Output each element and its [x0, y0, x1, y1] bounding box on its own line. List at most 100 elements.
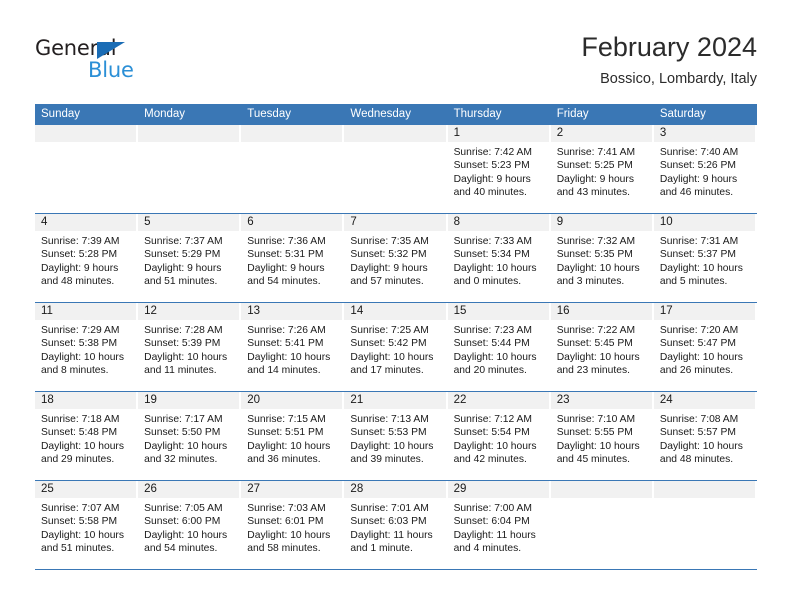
sunrise-text: Sunrise: 7:28 AM: [144, 325, 223, 336]
sunrise-text: Sunrise: 7:20 AM: [659, 325, 739, 336]
day-cell[interactable]: 8 Sunrise: 7:33 AM Sunset: 5:34 PM Daylight…: [447, 214, 551, 302]
sunset-text: Sunset: 5:39 PM: [144, 338, 221, 350]
daylight-text-line2: and 58 minutes.: [247, 543, 321, 555]
day-cell[interactable]: 2 Sunrise: 7:41 AM Sunset: 5:25 PM Daylight…: [550, 125, 654, 213]
general-blue-logo[interactable]: General Blue: [35, 38, 235, 88]
day-number-band: [550, 481, 652, 498]
day-sun-info: Sunrise: 7:42 AM Sunset: 5:23 PM Daylight:…: [448, 142, 551, 200]
daylight-text-line1: Daylight: 10 hours: [556, 440, 640, 452]
day-number: 8: [453, 216, 460, 228]
sunset-text: Sunset: 5:26 PM: [659, 160, 736, 172]
day-cell[interactable]: 19 Sunrise: 7:17 AM Sunset: 5:50 PM Dayligh…: [138, 392, 241, 480]
day-cell[interactable]: 5 Sunrise: 7:37 AM Sunset: 5:29 PM Daylight…: [138, 214, 241, 302]
day-cell[interactable]: 25 Sunrise: 7:07 AM Sunset: 5:58 PM Dayligh…: [35, 481, 138, 569]
day-cell[interactable]: 15 Sunrise: 7:23 AM Sunset: 5:44 PM Dayligh…: [447, 303, 551, 391]
day-sun-info: Sunrise: 7:33 AM Sunset: 5:34 PM Daylight:…: [448, 231, 551, 289]
sunset-text: Sunset: 5:34 PM: [453, 249, 530, 261]
day-cell[interactable]: 13 Sunrise: 7:26 AM Sunset: 5:41 PM Dayligh…: [241, 303, 344, 391]
day-number-band: 9: [550, 214, 652, 231]
day-number-band: [344, 125, 446, 142]
daylight-text-line2: and 32 minutes.: [144, 454, 218, 466]
sunrise-text: Sunrise: 7:10 AM: [556, 414, 636, 425]
sunset-text: Sunset: 5:29 PM: [144, 249, 221, 261]
day-number: 9: [556, 216, 564, 228]
day-sun-info: Sunrise: 7:17 AM Sunset: 5:50 PM Daylight:…: [138, 409, 241, 467]
sunrise-text: Sunrise: 7:22 AM: [556, 325, 636, 336]
daylight-text-line1: Daylight: 11 hours: [350, 529, 433, 541]
sunrise-text: Sunrise: 7:40 AM: [659, 147, 739, 158]
day-number: 6: [247, 216, 254, 228]
daylight-text-line1: Daylight: 10 hours: [556, 262, 640, 274]
daylight-text-line2: and 48 minutes.: [41, 276, 115, 288]
day-cell[interactable]: 3 Sunrise: 7:40 AM Sunset: 5:26 PM Daylight…: [653, 125, 757, 213]
calendar-week-row: 1 Sunrise: 7:42 AM Sunset: 5:23 PM Daylight…: [35, 125, 757, 214]
day-cell[interactable]: 23 Sunrise: 7:10 AM Sunset: 5:55 PM Dayligh…: [550, 392, 654, 480]
day-cell[interactable]: 24 Sunrise: 7:08 AM Sunset: 5:57 PM Dayligh…: [653, 392, 757, 480]
sunrise-text: Sunrise: 7:36 AM: [247, 236, 326, 247]
daylight-text-line1: Daylight: 10 hours: [659, 351, 743, 363]
sunrise-text: Sunrise: 7:00 AM: [453, 503, 532, 514]
day-number-band: 11: [35, 303, 137, 320]
day-cell[interactable]: 14 Sunrise: 7:25 AM Sunset: 5:42 PM Dayligh…: [344, 303, 447, 391]
page-header: General Blue February 2024 Bossico, Lomb…: [0, 0, 792, 100]
weekday-header-saturday: Saturday: [659, 108, 706, 120]
day-cell-empty: [241, 125, 344, 213]
day-cell[interactable]: 11 Sunrise: 7:29 AM Sunset: 5:38 PM Dayligh…: [35, 303, 138, 391]
day-cell[interactable]: 7 Sunrise: 7:35 AM Sunset: 5:32 PM Daylight…: [344, 214, 447, 302]
daylight-text-line1: Daylight: 10 hours: [41, 440, 124, 452]
day-sun-info: Sunrise: 7:10 AM Sunset: 5:55 PM Daylight:…: [551, 409, 654, 467]
daylight-text-line2: and 36 minutes.: [247, 454, 321, 466]
daylight-text-line2: and 48 minutes.: [659, 454, 734, 466]
calendar-week-row: 11 Sunrise: 7:29 AM Sunset: 5:38 PM Dayligh…: [35, 303, 757, 392]
day-number-band: 20: [241, 392, 343, 409]
day-cell[interactable]: 22 Sunrise: 7:12 AM Sunset: 5:54 PM Dayligh…: [447, 392, 551, 480]
day-number: 14: [350, 305, 364, 317]
day-cell-empty: [138, 125, 241, 213]
daylight-text-line2: and 43 minutes.: [556, 187, 630, 199]
day-cell[interactable]: 17 Sunrise: 7:20 AM Sunset: 5:47 PM Dayligh…: [653, 303, 757, 391]
daylight-text-line2: and 54 minutes.: [247, 276, 321, 288]
day-cell[interactable]: 10 Sunrise: 7:31 AM Sunset: 5:37 PM Dayligh…: [653, 214, 757, 302]
daylight-text-line1: Daylight: 10 hours: [453, 351, 537, 363]
sunset-text: Sunset: 5:50 PM: [144, 427, 221, 439]
sunset-text: Sunset: 6:03 PM: [350, 516, 427, 528]
day-cell[interactable]: 16 Sunrise: 7:22 AM Sunset: 5:45 PM Dayligh…: [550, 303, 654, 391]
daylight-text-line2: and 26 minutes.: [659, 365, 734, 377]
day-cell[interactable]: 21 Sunrise: 7:13 AM Sunset: 5:53 PM Dayligh…: [344, 392, 447, 480]
daylight-text-line1: Daylight: 9 hours: [144, 262, 222, 274]
day-sun-info: Sunrise: 7:07 AM Sunset: 5:58 PM Daylight:…: [35, 498, 138, 556]
day-sun-info: Sunrise: 7:31 AM Sunset: 5:37 PM Daylight:…: [654, 231, 757, 289]
day-number: 21: [350, 394, 364, 406]
page-subtitle: Bossico, Lombardy, Italy: [600, 71, 757, 88]
daylight-text-line2: and 11 minutes.: [144, 365, 217, 377]
day-cell[interactable]: 1 Sunrise: 7:42 AM Sunset: 5:23 PM Daylight…: [447, 125, 551, 213]
daylight-text-line2: and 5 minutes.: [659, 276, 728, 288]
day-cell-empty: [35, 125, 138, 213]
day-number: 22: [453, 394, 467, 406]
sunset-text: Sunset: 5:35 PM: [556, 249, 633, 261]
day-cell[interactable]: 29 Sunrise: 7:00 AM Sunset: 6:04 PM Dayligh…: [447, 481, 551, 569]
sunset-text: Sunset: 5:37 PM: [659, 249, 736, 261]
sunrise-text: Sunrise: 7:12 AM: [453, 414, 532, 425]
page-title: February 2024: [581, 32, 757, 62]
daylight-text-line2: and 51 minutes.: [144, 276, 218, 288]
day-cell[interactable]: 28 Sunrise: 7:01 AM Sunset: 6:03 PM Dayligh…: [344, 481, 447, 569]
day-cell[interactable]: 12 Sunrise: 7:28 AM Sunset: 5:39 PM Dayligh…: [138, 303, 241, 391]
sunset-text: Sunset: 5:31 PM: [247, 249, 324, 261]
day-sun-info: Sunrise: 7:08 AM Sunset: 5:57 PM Daylight:…: [654, 409, 757, 467]
day-cell[interactable]: 20 Sunrise: 7:15 AM Sunset: 5:51 PM Dayligh…: [241, 392, 344, 480]
sunset-text: Sunset: 5:38 PM: [41, 338, 118, 350]
day-cell[interactable]: 6 Sunrise: 7:36 AM Sunset: 5:31 PM Daylight…: [241, 214, 344, 302]
day-sun-info: Sunrise: 7:23 AM Sunset: 5:44 PM Daylight:…: [448, 320, 551, 378]
day-sun-info: Sunrise: 7:15 AM Sunset: 5:51 PM Daylight:…: [241, 409, 344, 467]
day-cell[interactable]: 26 Sunrise: 7:05 AM Sunset: 6:00 PM Dayligh…: [138, 481, 241, 569]
day-number: 13: [247, 305, 261, 317]
day-cell[interactable]: 27 Sunrise: 7:03 AM Sunset: 6:01 PM Dayligh…: [241, 481, 344, 569]
day-number-band: [138, 125, 240, 142]
day-cell[interactable]: 18 Sunrise: 7:18 AM Sunset: 5:48 PM Dayligh…: [35, 392, 138, 480]
sunrise-text: Sunrise: 7:15 AM: [247, 414, 326, 425]
day-cell[interactable]: 9 Sunrise: 7:32 AM Sunset: 5:35 PM Daylight…: [550, 214, 654, 302]
day-cell[interactable]: 4 Sunrise: 7:39 AM Sunset: 5:28 PM Daylight…: [35, 214, 138, 302]
day-sun-info: Sunrise: 7:12 AM Sunset: 5:54 PM Daylight:…: [448, 409, 551, 467]
sunrise-text: Sunrise: 7:32 AM: [556, 236, 636, 247]
